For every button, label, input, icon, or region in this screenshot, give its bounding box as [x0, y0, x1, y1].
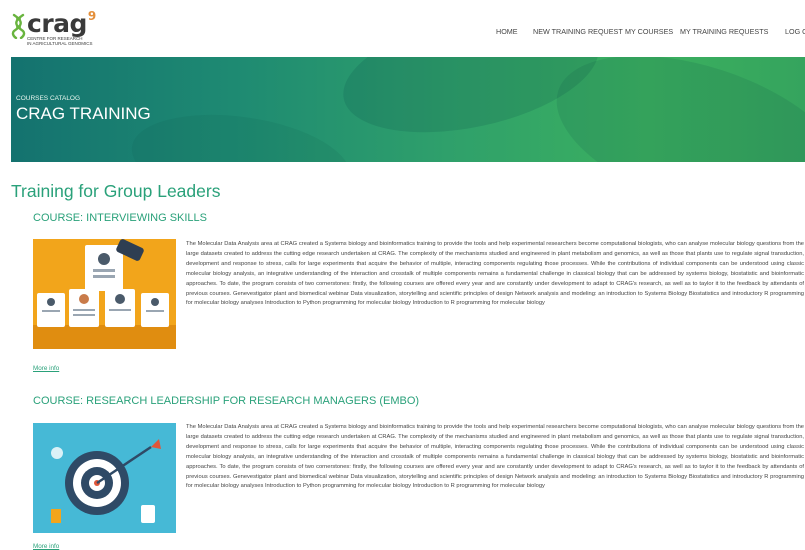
hero-leaf-shape — [125, 102, 357, 162]
hero-banner: COURSES CATALOG CRAG TRAINING — [11, 57, 805, 162]
hero-leaf-shape — [536, 57, 805, 162]
nav-my-training-requests[interactable]: MY TRAINING REQUESTS — [680, 27, 768, 36]
course-title[interactable]: COURSE: INTERVIEWING SKILLS — [33, 212, 207, 224]
course-title[interactable]: COURSE: RESEARCH LEADERSHIP FOR RESEARCH… — [33, 395, 419, 407]
hero-kicker: COURSES CATALOG — [16, 95, 81, 102]
nav-my-courses[interactable]: MY COURSES — [625, 27, 673, 36]
logo-suffix: 9 — [87, 9, 96, 23]
main-nav: HOME NEW TRAINING REQUEST MY COURSES MY … — [0, 27, 805, 39]
logo-subtitle-line2: IN AGRICULTURAL GENOMICS — [27, 41, 93, 47]
nav-new-training-request[interactable]: NEW TRAINING REQUEST — [533, 27, 623, 36]
interview-illustration — [33, 239, 176, 349]
more-info-link[interactable]: More info — [33, 543, 59, 550]
target-illustration — [33, 423, 176, 533]
course-description: The Molecular Data Analysis area at CRAG… — [186, 241, 804, 307]
nav-home[interactable]: HOME — [496, 27, 518, 36]
nav-logout[interactable]: LOG O — [785, 27, 805, 36]
more-info-link[interactable]: More info — [33, 365, 59, 372]
site-header: crag9 CENTRE FOR RESEARCH IN AGRICULTURA… — [0, 0, 805, 57]
course-description: The Molecular Data Analysis area at CRAG… — [186, 424, 804, 490]
page-title: CRAG TRAINING — [16, 104, 151, 123]
section-title: Training for Group Leaders — [11, 181, 221, 201]
